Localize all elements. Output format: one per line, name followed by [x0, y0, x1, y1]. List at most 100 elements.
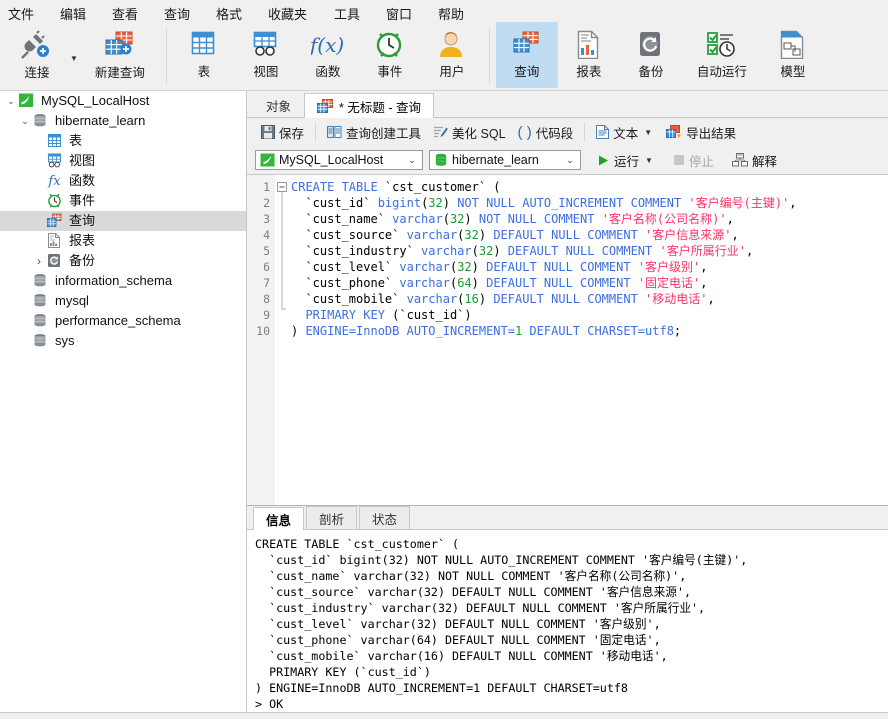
toolbar-button-自动运行[interactable]: 自动运行 — [682, 22, 762, 88]
ribbon-separator-2 — [488, 28, 490, 84]
sidebar-item-label: information_schema — [55, 273, 173, 288]
sidebar-item-表[interactable]: 表 — [0, 131, 246, 151]
line-number: 2 — [263, 196, 270, 210]
sidebar-item-sys[interactable]: sys — [0, 331, 246, 351]
code-line: `cust_name` varchar(32) NOT NULL COMMENT… — [291, 212, 734, 226]
line-number: 5 — [263, 244, 270, 258]
toolbar-button-连接[interactable]: 连接 — [6, 23, 68, 89]
explain-label: 解释 — [751, 154, 777, 169]
sidebar-item-label: MySQL_LocalHost — [41, 93, 150, 108]
automation-icon — [705, 29, 739, 61]
database-icon — [32, 113, 50, 129]
message-output[interactable]: CREATE TABLE `cst_customer` ( `cust_id` … — [247, 529, 888, 712]
output-line: CREATE TABLE `cst_customer` ( — [255, 537, 460, 551]
sidebar-item-事件[interactable]: 事件 — [0, 191, 246, 211]
toolbar-button-label: 查询 — [514, 65, 540, 79]
code-line: `cust_phone` varchar(64) DEFAULT NULL CO… — [291, 276, 708, 290]
event-clock-icon — [373, 29, 407, 61]
chevron-down-icon[interactable]: ⌄ — [4, 96, 18, 107]
stop-label: 停止 — [688, 154, 714, 169]
beautify-sql-button[interactable]: 美化 SQL — [427, 121, 512, 144]
connection-select[interactable]: MySQL_LocalHost ⌄ — [255, 150, 423, 170]
database-icon — [32, 293, 50, 309]
database-select[interactable]: hibernate_learn ⌄ — [429, 150, 581, 170]
toolbar-button-事件[interactable]: 事件 — [359, 22, 421, 88]
run-button[interactable]: 运行 ▼ — [591, 149, 661, 172]
stop-button[interactable]: 停止 — [667, 149, 720, 172]
result-tab-剖析[interactable]: 剖析 — [306, 506, 358, 529]
sidebar-item-label: performance_schema — [55, 313, 181, 328]
sidebar-item-备份[interactable]: › 备份 — [0, 251, 246, 271]
sidebar-item-label: 报表 — [69, 233, 96, 248]
sidebar-item-mysql[interactable]: mysql — [0, 291, 246, 311]
table-icon — [46, 133, 64, 149]
report-icon — [572, 29, 606, 61]
chevron-down-icon[interactable]: ⌄ — [562, 155, 578, 166]
toolbar-button-label: 表 — [197, 65, 211, 79]
code-content[interactable]: CREATE TABLE `cst_customer` ( `cust_id` … — [291, 175, 888, 505]
save-button[interactable]: 保存 — [255, 121, 310, 144]
database-icon — [32, 273, 50, 289]
query-builder-button[interactable]: 查询创建工具 — [321, 121, 427, 144]
chevron-down-icon[interactable]: ▼ — [644, 128, 652, 137]
explain-button[interactable]: 解释 — [726, 149, 783, 172]
sidebar-item-视图[interactable]: 视图 — [0, 151, 246, 171]
toolbar-button-模型[interactable]: 模型 — [762, 22, 824, 88]
event-clock-icon — [46, 193, 64, 209]
sidebar-item-报表[interactable]: 报表 — [0, 231, 246, 251]
output-line: `cust_mobile` varchar(16) DEFAULT NULL C… — [255, 649, 668, 663]
toolbar-button-新建查询[interactable]: 新建查询 — [80, 23, 160, 89]
line-number: 6 — [263, 260, 270, 274]
result-tab-状态[interactable]: 状态 — [359, 506, 411, 529]
code-snippet-button[interactable]: ( ) 代码段 — [512, 121, 580, 144]
result-panel: 信息 剖析 状态 CREATE TABLE `cst_customer` ( `cu… — [247, 505, 888, 712]
line-number: 10 — [256, 324, 270, 338]
sidebar-item-information_schema[interactable]: information_schema — [0, 271, 246, 291]
sidebar-item-hibernate_learn[interactable]: ⌄ hibernate_learn — [0, 111, 246, 131]
tab-objects[interactable]: 对象 — [253, 92, 305, 117]
chevron-right-icon[interactable]: › — [32, 254, 46, 268]
text-document-icon — [596, 125, 610, 139]
sidebar-item-label: 事件 — [69, 193, 96, 208]
mysql-connection-icon — [260, 153, 275, 167]
tab-query[interactable]: * 无标题 - 查询 — [304, 93, 434, 118]
sidebar-item-MySQL_LocalHost[interactable]: ⌄ MySQL_LocalHost — [0, 91, 246, 111]
parentheses-icon: ( ) — [517, 123, 532, 141]
database-icon — [32, 333, 50, 349]
toolbar-button-查询[interactable]: 查询 — [495, 22, 558, 88]
status-bar — [0, 712, 888, 719]
editor-pane: 对象 * 无标题 - 查询 保存 查询创建工具 美化 SQL () 代码段 文… — [247, 91, 888, 712]
toolbar-button-备份[interactable]: 备份 — [620, 22, 682, 88]
chevron-down-icon[interactable]: ⌄ — [18, 116, 32, 127]
menubar: 文件 编辑 查看 查询 格式 收藏夹 工具 窗口 帮助 — [0, 0, 888, 22]
ribbon-separator-1 — [165, 28, 167, 84]
sidebar-item-查询[interactable]: 查询 — [0, 211, 246, 231]
text-view-button[interactable]: 文本 ▼ — [590, 121, 660, 144]
sql-editor[interactable]: 1 2 3 4 5 6 7 8 9 10 CREATE TABLE `cst_customer` … — [247, 174, 888, 505]
sidebar-item-函数[interactable]: fx 函数 — [0, 171, 246, 191]
chevron-down-icon[interactable]: ⌄ — [404, 155, 420, 166]
query-icon — [510, 29, 544, 61]
toolbar-button-label: 事件 — [377, 65, 403, 79]
chevron-down-icon[interactable]: ▼ — [645, 156, 653, 165]
toolbar-button-用户[interactable]: 用户 — [421, 22, 483, 88]
output-line: ) ENGINE=InnoDB AUTO_INCREMENT=1 DEFAULT… — [255, 681, 628, 695]
line-number: 1 — [263, 180, 270, 194]
code-snippet-label: 代码段 — [535, 126, 574, 141]
explain-icon — [731, 153, 748, 167]
toolbar-button-表[interactable]: 表 — [173, 22, 235, 88]
toolbar-button-函数[interactable]: f(x) 函数 — [297, 22, 359, 88]
sidebar-item-performance_schema[interactable]: performance_schema — [0, 311, 246, 331]
result-tab-信息[interactable]: 信息 — [253, 507, 305, 530]
toolbar-button-视图[interactable]: 视图 — [235, 22, 297, 88]
navigation-tree[interactable]: ⌄ MySQL_LocalHost ⌄ hibernate_learn 表视图 fx 函数事… — [0, 91, 247, 712]
output-line: > OK — [255, 697, 284, 711]
code-fold-column[interactable] — [275, 175, 291, 505]
chevron-down-icon[interactable]: ▼ — [70, 54, 78, 63]
toolbar-button-报表[interactable]: 报表 — [558, 22, 620, 88]
save-icon — [261, 125, 275, 139]
query-icon — [317, 99, 335, 113]
export-result-button[interactable]: 导出结果 — [660, 121, 742, 144]
toolbar-button-label: 新建查询 — [94, 66, 145, 80]
sidebar-item-label: 函数 — [69, 173, 96, 188]
